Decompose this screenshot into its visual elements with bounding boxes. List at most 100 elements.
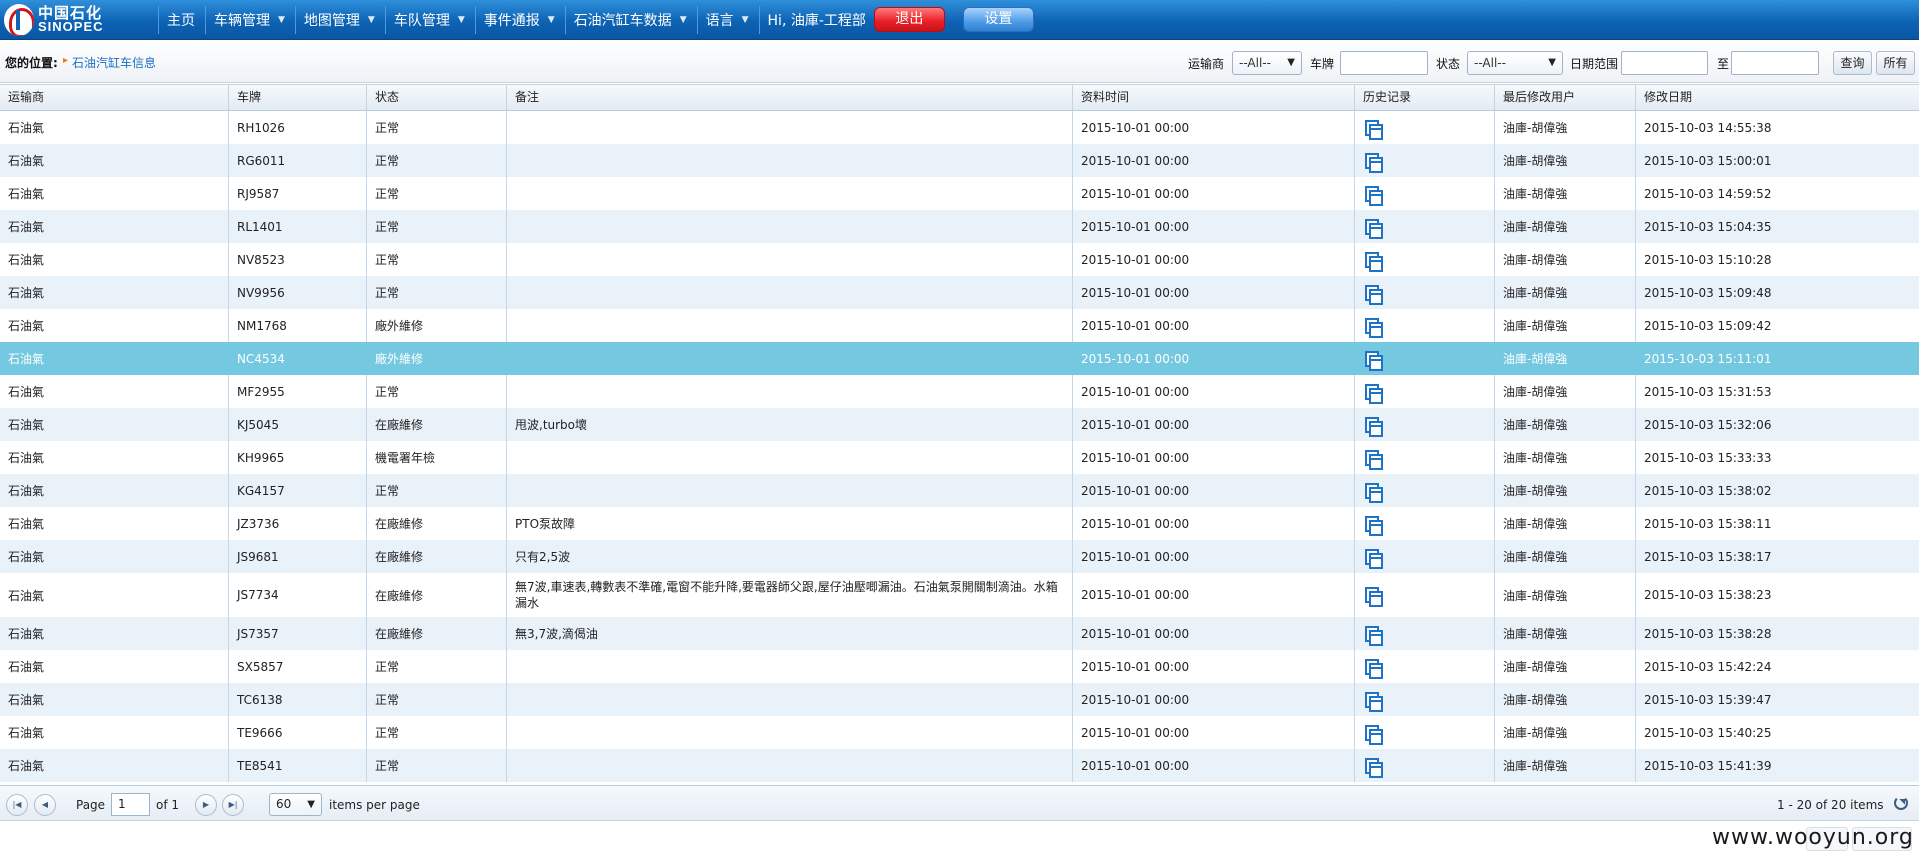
nav-item-5[interactable]: 石油汽缸车数据 ▼ (564, 5, 697, 34)
history-cell[interactable] (1355, 210, 1495, 243)
history-record-icon[interactable] (1365, 658, 1383, 679)
table-row[interactable]: 石油氣 RJ9587 正常 2015-10-01 00:00 油庫-胡偉強 2015-10… (0, 177, 1919, 210)
table-row[interactable]: 石油氣 RL1401 正常 2015-10-01 00:00 油庫-胡偉強 2015-10… (0, 210, 1919, 243)
table-row[interactable]: 石油氣 JZ3736 在廠維修 PTO泵故障 2015-10-01 00:00 油庫-胡偉… (0, 507, 1919, 540)
history-record-icon[interactable] (1365, 119, 1383, 140)
history-record-icon[interactable] (1365, 383, 1383, 404)
column-header[interactable]: 资料时间 (1073, 85, 1355, 111)
table-row[interactable]: 石油氣 RG6011 正常 2015-10-01 00:00 油庫-胡偉強 2015-10… (0, 144, 1919, 177)
table-row[interactable]: 石油氣 NV9956 正常 2015-10-01 00:00 油庫-胡偉強 2015-10… (0, 276, 1919, 309)
history-cell[interactable] (1355, 408, 1495, 441)
history-record-icon[interactable] (1365, 350, 1383, 371)
history-cell[interactable] (1355, 749, 1495, 782)
history-record-icon[interactable] (1365, 251, 1383, 272)
history-record-icon[interactable] (1365, 548, 1383, 569)
history-record-icon[interactable] (1365, 482, 1383, 503)
history-cell[interactable] (1355, 309, 1495, 342)
history-record-icon[interactable] (1365, 587, 1383, 607)
show-all-button[interactable]: 所有 (1876, 51, 1915, 75)
plate-input[interactable] (1340, 51, 1428, 75)
search-button[interactable]: 查询 (1833, 51, 1872, 75)
cell-status: 在廠維修 (367, 573, 507, 617)
table-row[interactable]: 石油氣 KG4157 正常 2015-10-01 00:00 油庫-胡偉強 2015-10… (0, 474, 1919, 507)
date-from-input[interactable] (1621, 51, 1708, 75)
settings-button[interactable]: 设置 (962, 7, 1034, 32)
history-cell[interactable] (1355, 276, 1495, 309)
history-record-icon[interactable] (1365, 317, 1383, 338)
history-cell[interactable] (1355, 144, 1495, 177)
cell-carrier: 石油氣 (0, 276, 229, 309)
history-record-icon[interactable] (1365, 724, 1383, 745)
next-page-button[interactable]: ▶ (195, 794, 217, 816)
cell-time: 2015-10-01 00:00 (1073, 243, 1355, 276)
history-cell[interactable] (1355, 243, 1495, 276)
table-row[interactable]: 石油氣 TE8541 正常 2015-10-01 00:00 油庫-胡偉強 2015-10… (0, 749, 1919, 782)
history-cell[interactable] (1355, 716, 1495, 749)
history-record-icon[interactable] (1365, 284, 1383, 305)
history-record-icon[interactable] (1365, 416, 1383, 437)
history-record-icon[interactable] (1365, 152, 1383, 173)
column-header[interactable]: 修改日期 (1636, 85, 1919, 111)
prev-page-button[interactable]: ◀ (34, 794, 56, 816)
nav-item-0[interactable]: 主页 (158, 5, 205, 34)
page-number-input[interactable]: 1 (111, 793, 150, 816)
status-select[interactable]: --All-- ▼ (1467, 51, 1563, 75)
table-row[interactable]: 石油氣 JS9681 在廠維修 只有2,5波 2015-10-01 00:00 油庫-胡偉… (0, 540, 1919, 573)
table-row[interactable]: 石油氣 MF2955 正常 2015-10-01 00:00 油庫-胡偉強 2015-10… (0, 375, 1919, 408)
history-cell[interactable] (1355, 111, 1495, 144)
column-header[interactable]: 运输商 (0, 85, 229, 111)
table-row[interactable]: 石油氣 KH9965 機電署年檢 2015-10-01 00:00 油庫-胡偉強 2015… (0, 441, 1919, 474)
table-row[interactable]: 石油氣 TC6138 正常 2015-10-01 00:00 油庫-胡偉強 2015-10… (0, 683, 1919, 716)
history-cell[interactable] (1355, 683, 1495, 716)
column-header[interactable]: 车牌 (229, 85, 367, 111)
page-size-select[interactable]: 60 ▼ (269, 793, 322, 816)
column-header[interactable]: 最后修改用户 (1495, 85, 1636, 111)
history-record-icon[interactable] (1365, 185, 1383, 206)
table-row[interactable]: 石油氣 JS7734 在廠維修 無7波,車速表,轉數表不準確,電窗不能升降,要電器師父… (0, 573, 1919, 617)
table-row[interactable]: 石油氣 KJ5045 在廠維修 甩波,turbo壞 2015-10-01 00:00 油庫… (0, 408, 1919, 441)
refresh-icon[interactable] (1894, 796, 1908, 810)
table-row[interactable]: 石油氣 SX5857 正常 2015-10-01 00:00 油庫-胡偉強 2015-10… (0, 650, 1919, 683)
history-cell[interactable] (1355, 441, 1495, 474)
table-row[interactable]: 石油氣 JS7357 在廠維修 無3,7波,滴偈油 2015-10-01 00:00 油庫… (0, 617, 1919, 650)
table-row[interactable]: 石油氣 RH1026 正常 2015-10-01 00:00 油庫-胡偉強 2015-10… (0, 111, 1919, 144)
first-page-button[interactable]: |◀ (6, 794, 28, 816)
logout-button[interactable]: 退出 (873, 7, 945, 32)
column-header[interactable]: 历史记录 (1355, 85, 1495, 111)
history-record-icon[interactable] (1365, 757, 1383, 778)
history-cell[interactable] (1355, 375, 1495, 408)
column-header[interactable]: 备注 (507, 85, 1073, 111)
nav-item-2[interactable]: 地图管理 ▼ (294, 5, 385, 34)
cell-note (507, 342, 1073, 375)
history-record-icon[interactable] (1365, 449, 1383, 470)
history-cell[interactable] (1355, 177, 1495, 210)
history-cell[interactable] (1355, 474, 1495, 507)
nav-item-3[interactable]: 车队管理 ▼ (384, 5, 475, 34)
table-row[interactable]: 石油氣 TE9666 正常 2015-10-01 00:00 油庫-胡偉強 2015-10… (0, 716, 1919, 749)
history-cell[interactable] (1355, 540, 1495, 573)
history-record-icon[interactable] (1365, 218, 1383, 239)
nav-item-1[interactable]: 车辆管理 ▼ (205, 5, 295, 34)
column-header[interactable]: 状态 (367, 85, 507, 111)
history-cell[interactable] (1355, 650, 1495, 683)
breadcrumb-current[interactable]: 石油汽缸车信息 (72, 54, 156, 71)
table-row[interactable]: 石油氣 NC4534 廠外維修 2015-10-01 00:00 油庫-胡偉強 2015-… (0, 342, 1919, 375)
history-record-icon[interactable] (1365, 691, 1383, 712)
cell-note (507, 144, 1073, 177)
date-to-input[interactable] (1731, 51, 1819, 75)
history-cell[interactable] (1355, 617, 1495, 650)
cell-modified: 2015-10-03 15:40:25 (1636, 716, 1919, 749)
history-cell[interactable] (1355, 342, 1495, 375)
history-cell[interactable] (1355, 573, 1495, 617)
table-row[interactable]: 石油氣 NV8523 正常 2015-10-01 00:00 油庫-胡偉強 2015-10… (0, 243, 1919, 276)
carrier-select[interactable]: --All-- ▼ (1232, 51, 1302, 75)
sinopec-logo[interactable]: 中国石化 SINOPEC (0, 0, 158, 40)
table-row[interactable]: 石油氣 NM1768 廠外維修 2015-10-01 00:00 油庫-胡偉強 2015-… (0, 309, 1919, 342)
last-page-button[interactable]: ▶| (222, 794, 244, 816)
history-record-icon[interactable] (1365, 515, 1383, 536)
nav-item-6[interactable]: 语言 ▼ (696, 5, 759, 34)
nav-item-4[interactable]: 事件通报 ▼ (474, 5, 565, 34)
history-cell[interactable] (1355, 507, 1495, 540)
history-record-icon[interactable] (1365, 625, 1383, 646)
cell-modified: 2015-10-03 15:11:01 (1636, 342, 1919, 375)
